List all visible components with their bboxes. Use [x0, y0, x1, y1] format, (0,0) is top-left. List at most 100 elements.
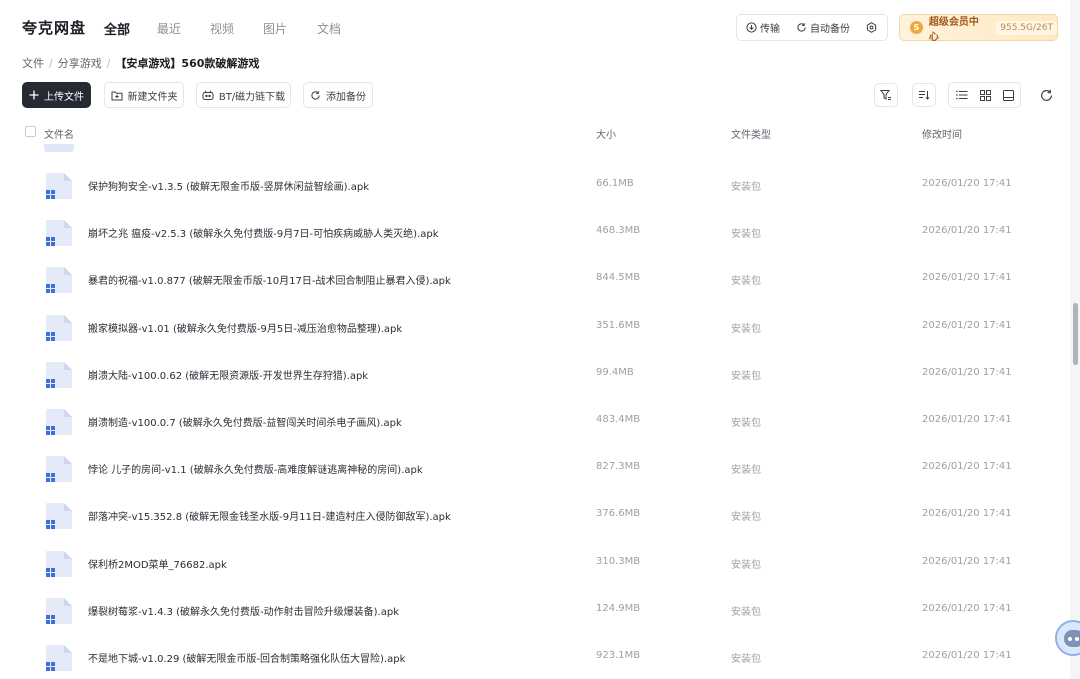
- apk-file-icon: [46, 645, 72, 671]
- breadcrumb-share-games[interactable]: 分享游戏: [58, 55, 102, 71]
- new-folder-button[interactable]: 新建文件夹: [104, 82, 184, 108]
- file-name[interactable]: 爆裂树莓浆-v1.4.3 (破解永久免付费版-动作射击冒险升级爆装备).apk: [88, 603, 399, 618]
- file-size: 827.3MB: [596, 461, 641, 473]
- file-type: 安装包: [731, 182, 761, 193]
- refresh-button[interactable]: [1036, 85, 1056, 105]
- brand-logo-text[interactable]: 夸克网盘: [22, 17, 86, 38]
- file-name[interactable]: 搬家模拟器-v1.01 (破解永久免付费版-9月5日-减压治愈物品整理).apk: [88, 320, 402, 335]
- grid-view-button[interactable]: [973, 83, 997, 107]
- filter-icon: [880, 90, 891, 100]
- table-row[interactable]: 搬家模拟器-v1.01 (破解永久免付费版-9月5日-减压治愈物品整理).apk…: [0, 308, 1070, 355]
- filter-button[interactable]: [874, 83, 898, 107]
- preview-view-icon: [1002, 89, 1014, 101]
- file-size: 310.3MB: [596, 555, 641, 567]
- file-name[interactable]: 保护狗狗安全-v1.3.5 (破解无限金币版-竖屏休闲益智绘画).apk: [88, 178, 369, 193]
- table-row[interactable]: 保利桥2MOD菜单_76682.apk 310.3MB 安装包 2026/01/20 …: [0, 544, 1070, 591]
- file-name[interactable]: 部落冲突-v15.352.8 (破解无限金钱圣水版-9月11日-建造村庄入侵防御…: [88, 508, 451, 523]
- apk-file-icon: [46, 409, 72, 435]
- add-backup-button[interactable]: 添加备份: [303, 82, 373, 108]
- folder-add-icon: [111, 91, 122, 100]
- breadcrumb-root[interactable]: 文件: [22, 55, 44, 71]
- header-tool-group: 传输 自动备份: [736, 14, 888, 41]
- table-row[interactable]: 爆裂树莓浆-v1.4.3 (破解永久免付费版-动作射击冒险升级爆装备).apk 1…: [0, 591, 1070, 638]
- transfer-button[interactable]: 传输: [746, 15, 780, 40]
- column-header-modified[interactable]: 修改时间: [922, 126, 962, 141]
- apk-file-icon: [46, 550, 72, 577]
- tab-documents[interactable]: 文档: [317, 20, 341, 37]
- top-header: 夸克网盘 全部 最近 视频 图片 文档 传输 自动备份 S 超级会员中心 955…: [0, 0, 1080, 52]
- auto-backup-button[interactable]: 自动备份: [796, 15, 850, 40]
- column-header-type[interactable]: 文件类型: [731, 126, 771, 141]
- plus-icon: [29, 90, 39, 100]
- transfer-label: 传输: [760, 24, 780, 35]
- table-row[interactable]: 崩溃制造-v100.0.7 (破解永久免付费版-益智闯关时间杀电子画风).apk…: [0, 402, 1070, 449]
- file-name[interactable]: 暴君的祝福-v1.0.877 (破解无限金币版-10月17日-战术回合制阻止暴君…: [88, 272, 451, 287]
- settings-button[interactable]: [866, 15, 880, 40]
- vip-coin-icon: S: [910, 21, 923, 34]
- settings-icon: [866, 22, 877, 33]
- file-name[interactable]: 崩坏之兆 瘟疫-v2.5.3 (破解永久免付费版-9月7日-可怕疾病威胁人类灭绝…: [88, 225, 439, 240]
- file-modified-time: 2026/01/20 17:41: [922, 225, 1012, 237]
- file-type: 安装包: [731, 512, 761, 524]
- file-modified-time: 2026/01/20 17:41: [922, 414, 1012, 425]
- table-row[interactable]: 保护狗狗安全-v1.3.5 (破解无限金币版-竖屏休闲益智绘画).apk 66.1…: [0, 166, 1070, 213]
- table-row[interactable]: 暴君的祝福-v1.0.877 (破解无限金币版-10月17日-战术回合制阻止暴君…: [0, 260, 1070, 307]
- new-folder-label: 新建文件夹: [127, 91, 178, 103]
- table-row[interactable]: 部落冲突-v15.352.8 (破解无限金钱圣水版-9月11日-建造村庄入侵防御…: [0, 496, 1070, 543]
- file-type: 安装包: [731, 229, 761, 241]
- file-name[interactable]: 崩溃制造-v100.0.7 (破解永久免付费版-益智闯关时间杀电子画风).apk: [88, 414, 402, 429]
- file-list: 保护狗狗安全-v1.3.5 (破解无限金币版-竖屏休闲益智绘画).apk 66.1…: [0, 144, 1070, 679]
- file-modified-time: 2026/01/20 17:41: [922, 319, 1012, 331]
- file-modified-time: 2026/01/20 17:41: [922, 366, 1012, 378]
- preview-view-button[interactable]: [996, 83, 1020, 107]
- upload-file-button[interactable]: 上传文件: [22, 82, 91, 108]
- file-name[interactable]: 崩溃大陆-v100.0.62 (破解无限资源版-开发世界生存狩猎).apk: [88, 367, 368, 382]
- table-header: 文件名 大小 文件类型 修改时间: [0, 122, 1070, 144]
- sync-icon: [797, 23, 806, 32]
- robot-eye: [1075, 637, 1079, 641]
- file-type: 安装包: [731, 370, 761, 382]
- file-type: 安装包: [731, 465, 761, 477]
- apk-file-icon: [46, 503, 72, 530]
- file-modified-time: 2026/01/20 17:41: [922, 650, 1012, 661]
- list-view-button[interactable]: [950, 83, 974, 107]
- file-size: 468.3MB: [596, 225, 641, 237]
- table-row[interactable]: 崩坏之兆 瘟疫-v2.5.3 (破解永久免付费版-9月7日-可怕疾病威胁人类灭绝…: [0, 213, 1070, 260]
- file-name[interactable]: 不是地下城-v1.0.29 (破解无限金币版-回合制策略强化队伍大冒险).apk: [88, 650, 405, 665]
- sort-button[interactable]: [912, 83, 936, 107]
- table-row[interactable]: 不是地下城-v1.0.29 (破解无限金币版-回合制策略强化队伍大冒险).apk…: [0, 638, 1070, 679]
- file-modified-time: 2026/01/20 17:41: [922, 461, 1012, 473]
- file-type: 安装包: [731, 559, 761, 571]
- file-size: 351.6MB: [596, 319, 641, 331]
- table-row[interactable]: 悖论 儿子的房间-v1.1 (破解永久免付费版-高难度解谜逃离神秘的房间).ap…: [0, 449, 1070, 496]
- tab-all[interactable]: 全部: [104, 19, 130, 38]
- table-row[interactable]: 崩溃大陆-v100.0.62 (破解无限资源版-开发世界生存狩猎).apk 99.…: [0, 355, 1070, 402]
- robot-icon: [1064, 630, 1080, 647]
- auto-backup-label: 自动备份: [810, 24, 850, 35]
- column-header-name[interactable]: 文件名: [44, 126, 74, 141]
- file-type: 安装包: [731, 276, 761, 288]
- select-all-checkbox[interactable]: [25, 126, 36, 137]
- apk-file-icon: [44, 144, 74, 152]
- grid-view-icon: [979, 89, 991, 101]
- file-modified-time: 2026/01/20 17:41: [922, 508, 1012, 520]
- file-size: 376.6MB: [596, 508, 641, 520]
- column-header-size[interactable]: 大小: [596, 126, 616, 141]
- bt-magnet-download-button[interactable]: BT/磁力链下载: [196, 82, 291, 108]
- scrollbar-thumb[interactable]: [1073, 303, 1078, 365]
- apk-file-icon: [46, 267, 72, 294]
- breadcrumb-current-folder: 【安卓游戏】560款破解游戏: [115, 57, 260, 70]
- apk-file-icon: [46, 456, 72, 483]
- file-modified-time: 2026/01/20 17:41: [922, 272, 1012, 284]
- vip-center-button[interactable]: S 超级会员中心 955.5G/26T: [899, 14, 1058, 43]
- file-name[interactable]: 保利桥2MOD菜单_76682.apk: [88, 556, 227, 571]
- tab-images[interactable]: 图片: [263, 20, 287, 37]
- file-name[interactable]: 悖论 儿子的房间-v1.1 (破解永久免付费版-高难度解谜逃离神秘的房间).ap…: [88, 461, 423, 476]
- file-size: 66.1MB: [596, 178, 634, 189]
- tab-recent[interactable]: 最近: [157, 20, 181, 37]
- tab-video[interactable]: 视频: [210, 20, 234, 37]
- file-size: 923.1MB: [596, 650, 641, 661]
- backup-icon: [311, 90, 320, 100]
- breadcrumb-separator: /: [49, 56, 53, 70]
- refresh-icon: [1040, 89, 1052, 101]
